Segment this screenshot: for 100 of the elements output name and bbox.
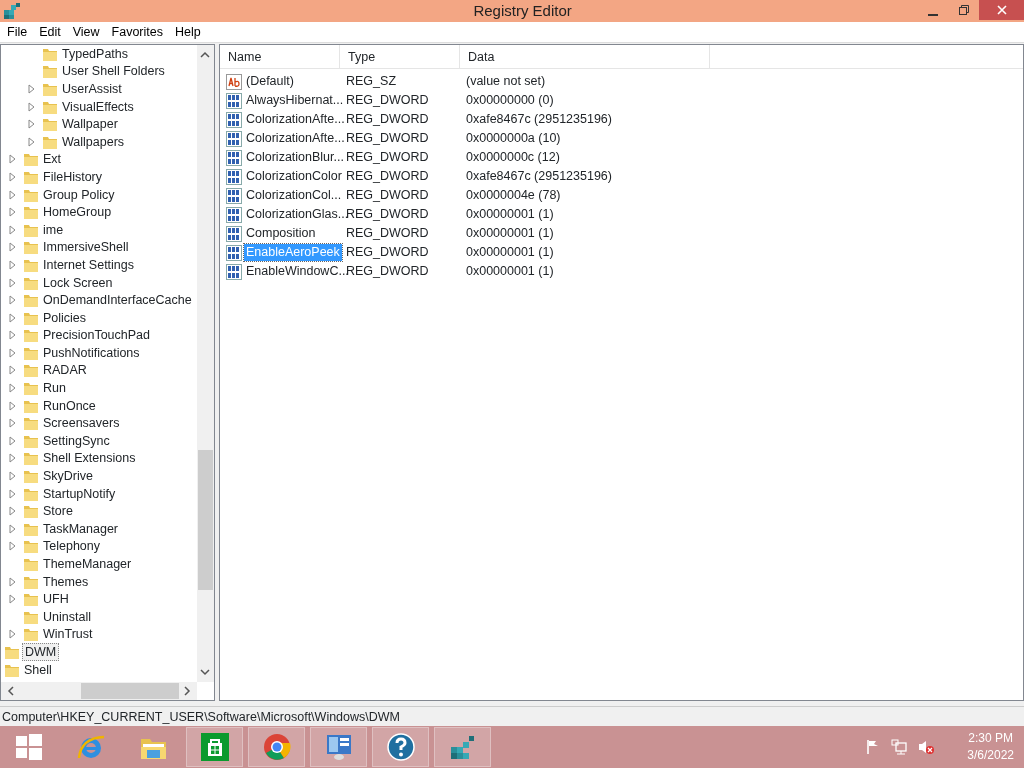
value-name[interactable]: ColorizationAfte... [244,111,347,129]
folder-icon [23,415,39,432]
value-name[interactable]: (Default) [244,73,296,91]
binary-value-icon [226,206,242,223]
tree-item[interactable]: RADAR [41,362,89,379]
value-type: REG_DWORD [345,244,430,262]
tree-item[interactable]: Policies [41,309,89,326]
taskbar-button[interactable] [434,727,491,767]
folder-icon [23,362,39,379]
scrollbar-thumb[interactable] [81,683,179,699]
tree-item[interactable]: Store [41,503,75,520]
value-name[interactable]: ColorizationColor [244,168,344,186]
value-data: 0x0000000a (10) [465,130,561,148]
tree-item[interactable]: StartupNotify [41,485,118,502]
folder-icon [42,63,58,80]
value-name[interactable]: AlwaysHibernat... [244,92,346,110]
taskbar-button[interactable] [372,727,429,767]
column-header[interactable]: Name [220,45,340,69]
tree-item[interactable]: DWM [22,643,60,661]
taskbar-button[interactable] [248,727,305,767]
binary-value-icon [226,225,242,242]
folder-icon [23,468,39,485]
chrome-icon [261,732,292,762]
tree-item[interactable]: SettingSync [41,432,112,449]
column-header[interactable]: Data [460,45,710,69]
taskbar-button[interactable] [310,727,367,767]
folder-icon [23,556,39,572]
tree-item[interactable]: SkyDrive [41,468,95,485]
tree-item[interactable]: OnDemandInterfaceCache [41,292,194,309]
tree-item[interactable]: UFH [41,591,71,608]
menu-item[interactable]: Favorites [106,22,168,42]
tree-item[interactable]: ImmersiveShell [41,239,131,256]
taskbar-button[interactable] [186,727,243,767]
folder-icon [23,538,39,555]
value-data: 0x00000000 (0) [465,92,554,110]
tree-item[interactable]: TaskManager [41,520,121,537]
folder-icon [23,503,39,520]
tree-item[interactable]: Shell Extensions [41,450,138,467]
menu-item[interactable]: View [67,22,105,42]
value-data: 0x0000004e (78) [465,187,561,205]
scroll-right-icon[interactable] [181,685,193,697]
menu-item[interactable]: File [2,22,33,42]
speaker-muted-icon[interactable] [918,739,936,755]
folder-icon [23,204,39,221]
tree-item[interactable]: ThemeManager [41,556,134,572]
value-data: 0x00000001 (1) [465,206,554,224]
value-name[interactable]: Composition [244,225,318,243]
value-type: REG_SZ [345,73,397,91]
tree-item[interactable]: Internet Settings [41,256,137,273]
scrollbar-thumb[interactable] [198,450,213,590]
tree-item[interactable]: ime [41,221,66,238]
horizontal-scrollbar[interactable] [1,682,197,700]
tree-item[interactable]: PrecisionTouchPad [41,327,152,344]
vertical-scrollbar[interactable] [197,45,214,682]
tree-item[interactable]: HomeGroup [41,204,114,221]
tree-item[interactable]: WinTrust [41,626,95,643]
column-header[interactable]: Type [340,45,460,69]
folder-icon [23,591,39,608]
tree-item[interactable]: FileHistory [41,168,105,185]
value-name[interactable]: ColorizationCol... [244,187,344,205]
tree-item[interactable]: PushNotifications [41,344,142,361]
folder-icon [23,239,39,256]
menu-item[interactable]: Help [170,22,206,42]
registry-editor-icon [3,2,22,21]
tree-item[interactable]: Ext [41,151,64,168]
tree-item[interactable]: Group Policy [41,186,117,203]
scroll-left-icon[interactable] [5,685,17,697]
binary-value-icon [226,244,242,261]
tree-item[interactable]: Screensavers [41,415,122,432]
tree-item[interactable]: TypedPaths [60,45,130,62]
value-type: REG_DWORD [345,168,430,186]
tree-item[interactable]: VisualEffects [60,98,136,115]
tree-item[interactable]: UserAssist [60,81,124,97]
tree-item[interactable]: Uninstall [41,608,93,625]
status-path: Computer\HKEY_CURRENT_USER\Software\Microsoft\Windows\DWM [2,710,400,724]
menu-item[interactable]: Edit [34,22,66,42]
folder-icon [4,644,20,660]
tree-item[interactable]: Lock Screen [41,274,115,291]
value-name[interactable]: ColorizationAfte... [244,130,347,148]
tree-item[interactable]: Wallpapers [60,133,127,150]
value-data: (value not set) [465,73,546,91]
folder-icon [23,626,39,643]
tree-item[interactable]: Run [41,380,68,397]
network-icon[interactable] [891,739,909,755]
tree-item[interactable]: Wallpaper [60,116,120,133]
folder-icon [23,151,39,168]
scroll-down-icon[interactable] [199,666,211,678]
tree-item[interactable]: User Shell Folders [60,63,167,80]
folder-icon [42,81,58,97]
tree-item[interactable]: Themes [41,573,91,590]
tree-item[interactable]: RunOnce [41,397,98,414]
folder-icon [42,116,58,133]
tree-item[interactable]: Telephony [41,538,102,555]
value-type: REG_DWORD [345,225,430,243]
value-data: 0xafe8467c (2951235196) [465,111,612,129]
tree-item[interactable]: Shell [22,661,54,678]
folder-icon [23,292,39,309]
restore-icon [958,5,969,15]
value-name[interactable]: ColorizationBlur... [244,149,346,167]
binary-value-icon [226,111,242,128]
